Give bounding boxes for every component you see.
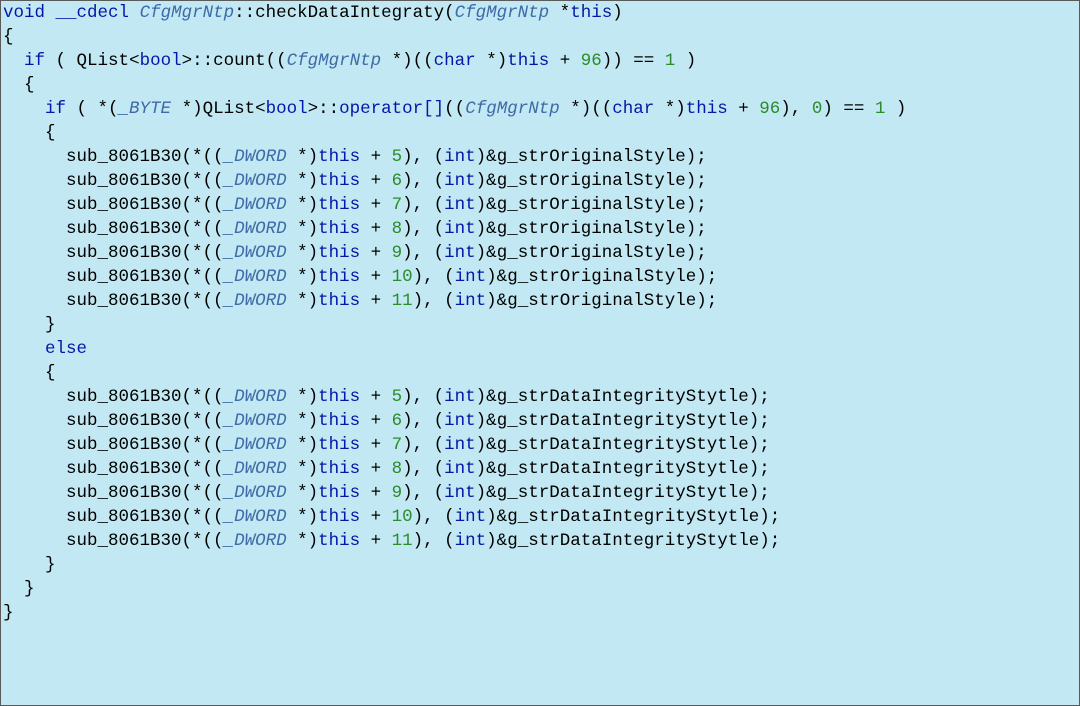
gt: >::	[308, 99, 340, 119]
rp3: )	[885, 99, 906, 119]
close-brace: }	[24, 579, 35, 599]
close-brace: }	[45, 555, 56, 575]
byte-ptr: *)	[171, 99, 203, 119]
lp2: ((	[266, 51, 287, 71]
rp2: )	[675, 51, 696, 71]
class-name: CfgMgrNtp	[140, 3, 235, 23]
bool: bool	[140, 51, 182, 71]
op-index: operator[]	[339, 99, 444, 119]
true-branch: sub_8061B30(*((_DWORD *)this + 5), (int)…	[3, 147, 717, 311]
count: count	[213, 51, 266, 71]
param-type: CfgMgrNtp	[455, 3, 550, 23]
char-ptr: *)	[654, 99, 686, 119]
method-name: checkDataIntegraty	[255, 3, 444, 23]
rp: ),	[780, 99, 812, 119]
scope-sep: ::	[234, 3, 255, 23]
qlist: QList	[77, 51, 130, 71]
off: 96	[581, 51, 602, 71]
kw-this: this	[570, 3, 612, 23]
open-brace: {	[45, 123, 56, 143]
close-brace: }	[45, 315, 56, 335]
char: char	[434, 51, 476, 71]
kw-else: else	[45, 339, 87, 359]
lt: <	[129, 51, 140, 71]
char-ptr: *)	[476, 51, 508, 71]
cast-type: CfgMgrNtp	[465, 99, 560, 119]
qlist: QList	[203, 99, 256, 119]
one: 1	[875, 99, 886, 119]
open-brace: {	[24, 75, 35, 95]
this: this	[686, 99, 728, 119]
byte: _BYTE	[119, 99, 172, 119]
kw-void: void	[3, 3, 45, 23]
plus: +	[549, 51, 581, 71]
cast-ptr: *)((	[381, 51, 434, 71]
plus: +	[728, 99, 760, 119]
close-brace: }	[3, 603, 14, 623]
rp2: )	[822, 99, 833, 119]
ptr-star: *	[560, 3, 571, 23]
decompiled-code-view: void __cdecl CfgMgrNtp::checkDataIntegra…	[1, 1, 1079, 625]
p: (	[45, 51, 77, 71]
this: this	[507, 51, 549, 71]
kw-if-inner: if	[45, 99, 66, 119]
open-brace: {	[45, 363, 56, 383]
char: char	[612, 99, 654, 119]
rparen: )	[612, 3, 623, 23]
lparen: (	[444, 3, 455, 23]
kw-cdecl: __cdecl	[56, 3, 130, 23]
lt: <	[255, 99, 266, 119]
one: 1	[665, 51, 676, 71]
lp2: ((	[444, 99, 465, 119]
cast-ptr: *)((	[560, 99, 613, 119]
off: 96	[759, 99, 780, 119]
cast-type: CfgMgrNtp	[287, 51, 382, 71]
open-brace: {	[3, 27, 14, 47]
zero: 0	[812, 99, 823, 119]
rp: ))	[602, 51, 623, 71]
eq: ==	[623, 51, 665, 71]
eq: ==	[833, 99, 875, 119]
false-branch: sub_8061B30(*((_DWORD *)this + 5), (int)…	[3, 387, 780, 551]
p: ( *(	[66, 99, 119, 119]
gt: >::	[182, 51, 214, 71]
bool: bool	[266, 99, 308, 119]
kw-if-outer: if	[24, 51, 45, 71]
